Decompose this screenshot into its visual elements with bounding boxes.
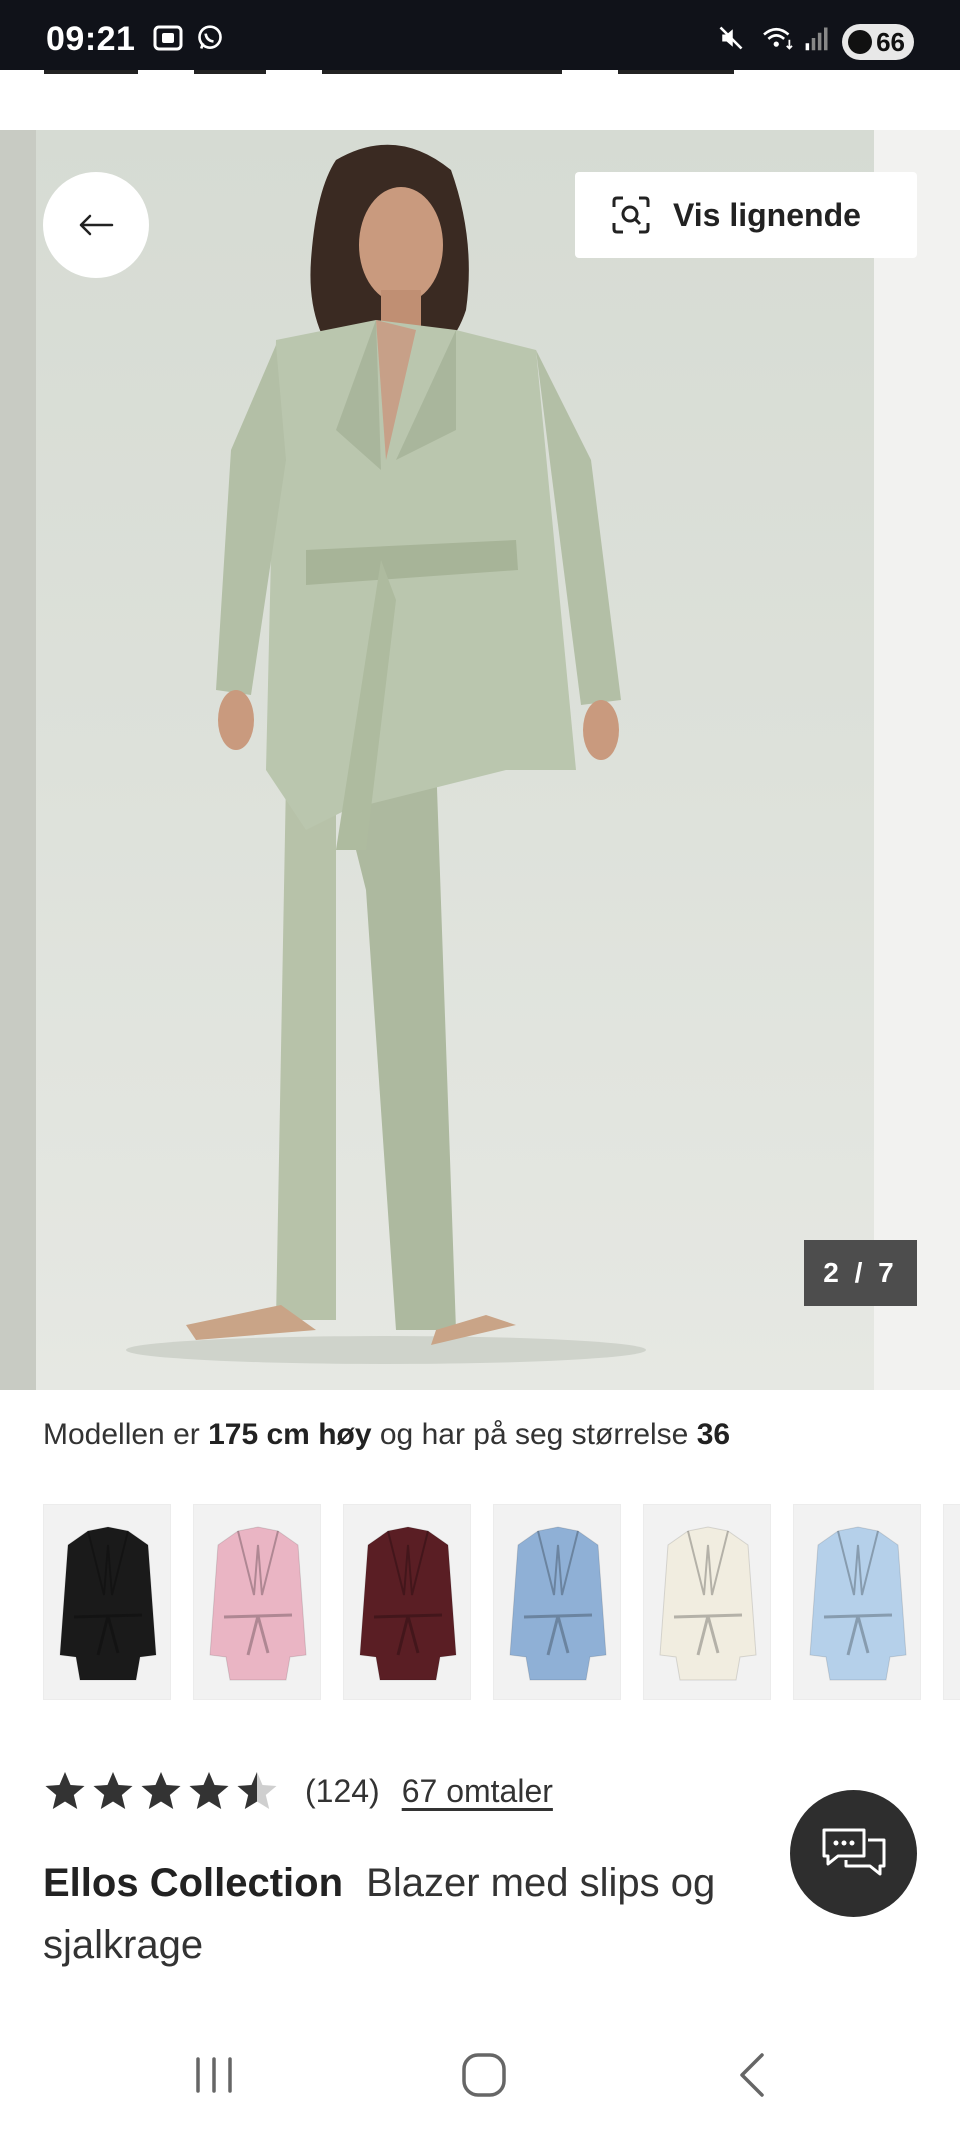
status-bar: 09:21 66 [0, 0, 960, 70]
status-time: 09:21 [46, 20, 136, 58]
model-size: 36 [696, 1418, 731, 1451]
battery-level: 66 [876, 27, 905, 57]
star-icon [237, 1772, 277, 1809]
back-icon [740, 2053, 764, 2097]
previous-image-peek [0, 130, 36, 1390]
similar-products-button[interactable]: Vis lignende [575, 172, 917, 258]
model-in-suit-illustration [126, 144, 646, 1364]
blazer-thumbnail [809, 1526, 907, 1681]
system-back-button[interactable] [722, 2045, 782, 2105]
star-rating [43, 1770, 283, 1812]
reviews-link[interactable]: 67 omtaler [402, 1773, 553, 1810]
model-info-prefix: Modellen er [43, 1418, 200, 1451]
star-icon [45, 1772, 85, 1809]
system-navigation-bar [0, 2015, 960, 2133]
color-swatch-more[interactable] [943, 1504, 960, 1700]
recents-icon [196, 2057, 232, 2093]
color-swatch-burgundy[interactable] [343, 1504, 471, 1700]
blazer-thumbnail [659, 1526, 757, 1681]
next-image-peek [874, 130, 960, 1390]
nav-underline [194, 70, 266, 74]
signal-icon [805, 27, 828, 51]
color-swatch-black[interactable] [43, 1504, 171, 1700]
screenshot-icon [153, 25, 183, 51]
product-image[interactable] [36, 130, 874, 1390]
color-swatch-light-blue[interactable] [793, 1504, 921, 1700]
star-icon [189, 1772, 229, 1809]
similar-products-label: Vis lignende [673, 196, 861, 233]
blazer-thumbnail [509, 1526, 607, 1681]
color-swatch-blue[interactable] [493, 1504, 621, 1700]
model-height: 175 cm høy [208, 1418, 372, 1451]
chat-button[interactable] [790, 1790, 917, 1917]
visual-search-icon [612, 196, 650, 234]
top-nav [0, 70, 960, 130]
blazer-thumbnail [209, 1526, 307, 1681]
star-icon [141, 1772, 181, 1809]
recents-button[interactable] [184, 2045, 244, 2105]
model-size-info: Modellen er 175 cm høy og har på seg stø… [43, 1418, 730, 1452]
chat-bubbles-icon [822, 1828, 885, 1875]
nav-underline [618, 70, 734, 74]
color-swatch-cream[interactable] [643, 1504, 771, 1700]
blazer-thumbnail [59, 1526, 157, 1681]
star-icon [93, 1772, 133, 1809]
image-pager: 2 / 7 [804, 1240, 917, 1306]
product-brand[interactable]: Ellos Collection [43, 1861, 343, 1905]
home-icon [462, 2053, 506, 2097]
model-info-middle: og har på seg størrelse [379, 1418, 689, 1451]
mute-icon [719, 26, 743, 50]
battery-icon: 66 [842, 24, 914, 60]
rating-row: (124) 67 omtaler [43, 1766, 553, 1816]
home-button[interactable] [454, 2045, 514, 2105]
battery-saver-icon [848, 30, 872, 54]
wifi-icon [763, 27, 793, 50]
nav-underline [322, 70, 562, 74]
product-image-gallery[interactable]: Vis lignende 2 / 7 [0, 130, 960, 1390]
back-button[interactable] [43, 172, 149, 278]
whatsapp-icon [198, 25, 222, 49]
rating-count: (124) [305, 1772, 380, 1809]
product-title: Ellos Collection Blazer med slips og sja… [43, 1852, 803, 1976]
nav-underline [44, 70, 138, 74]
blazer-thumbnail [359, 1526, 457, 1681]
color-variants [0, 1504, 960, 1700]
color-swatch-pink[interactable] [193, 1504, 321, 1700]
arrow-left-icon [79, 214, 114, 236]
